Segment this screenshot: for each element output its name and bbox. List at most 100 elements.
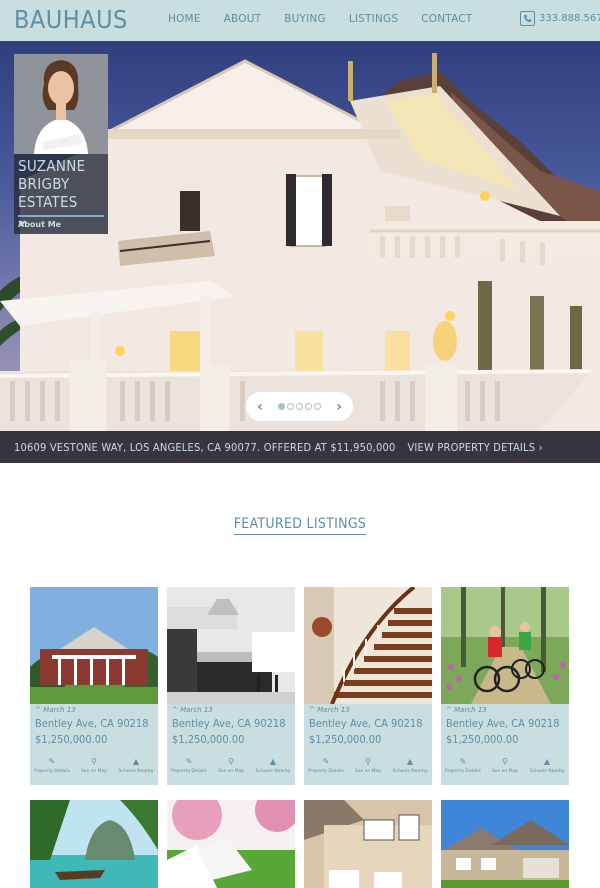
see-on-map-button[interactable]: ⚲ See on Map: [211, 757, 251, 779]
listing-street[interactable]: Bentley Ave, CA 90218: [35, 717, 149, 730]
listing-date: ^ March 13: [172, 706, 213, 714]
listing-street[interactable]: Bentley Ave, CA 90218: [309, 717, 423, 730]
hero-caption-bar: 10609 VESTONE WAY, LOS ANGELES, CA 90077…: [0, 431, 600, 463]
action-label: Property Details: [444, 769, 482, 774]
listing-photo[interactable]: [304, 587, 432, 704]
listing-photo[interactable]: [304, 800, 432, 888]
main-nav: HOME ABOUT BUYING LISTINGS CONTACT: [168, 13, 495, 25]
schools-nearby-button[interactable]: ▲ Schools Nearby: [527, 757, 567, 779]
listing-card[interactable]: ^ March 13 Bentley Ave, CA 90218 $1,250,…: [304, 587, 432, 785]
see-on-map-button[interactable]: ⚲ See on Map: [348, 757, 388, 779]
agent-photo: [14, 54, 108, 154]
property-details-button[interactable]: ✎ Property Details: [32, 757, 72, 779]
slider-dot[interactable]: [278, 403, 285, 410]
listing-card[interactable]: ^ March 13 Bentley Ave, CA 90218 $1,250,…: [441, 587, 569, 785]
listing-date-text: March 13: [180, 706, 213, 714]
featured-listings-title: FEATURED LISTINGS: [233, 516, 367, 535]
pencil-icon: ✎: [322, 757, 330, 766]
hero-banner: SUZANNE BRIGBY ESTATES About Me ‹ › 1060…: [0, 41, 600, 463]
chevron-up-icon: ^: [309, 706, 315, 714]
listing-street[interactable]: Bentley Ave, CA 90218: [446, 717, 560, 730]
action-label: Schools Nearby: [392, 769, 428, 774]
chevron-up-icon: ^: [172, 706, 178, 714]
nav-buying[interactable]: BUYING: [284, 13, 326, 25]
pencil-icon: ✎: [48, 757, 56, 766]
featured-listings-heading: FEATURED LISTINGS: [0, 513, 600, 535]
listing-actions: ✎ Property Details ⚲ See on Map ▲ Schools N…: [441, 757, 569, 779]
site-logo[interactable]: BAUHAUS: [14, 5, 128, 34]
slider-dots: [277, 403, 322, 410]
listing-price: $1,250,000.00: [309, 733, 382, 746]
phone-icon: [520, 11, 535, 26]
slider-dot[interactable]: [314, 403, 321, 410]
nav-home[interactable]: HOME: [168, 13, 201, 25]
graduation-cap-icon: ▲: [543, 757, 551, 766]
map-pin-icon: ⚲: [365, 757, 371, 766]
schools-nearby-button[interactable]: ▲ Schools Nearby: [253, 757, 293, 779]
agent-divider: [18, 215, 104, 217]
about-me-link[interactable]: About Me: [18, 220, 61, 229]
listing-card[interactable]: ^ March 13 Bentley Ave, CA 90218 $1,250,…: [30, 587, 158, 785]
listing-photo[interactable]: [167, 800, 295, 888]
agent-name-line: ESTATES: [18, 193, 78, 211]
agent-name-line: SUZANNE: [18, 157, 86, 175]
action-label: See on Map: [491, 769, 519, 774]
action-label: Schools Nearby: [118, 769, 154, 774]
phone-contact[interactable]: 333.888.5678: [520, 11, 600, 26]
listing-actions: ✎ Property Details ⚲ See on Map ▲ Schools N…: [304, 757, 432, 779]
action-label: See on Map: [80, 769, 108, 774]
listing-photo[interactable]: [441, 800, 569, 888]
nav-about[interactable]: ABOUT: [224, 13, 262, 25]
see-on-map-button[interactable]: ⚲ See on Map: [485, 757, 525, 779]
listing-date: ^ March 13: [446, 706, 487, 714]
listing-date: ^ March 13: [309, 706, 350, 714]
map-pin-icon: ⚲: [91, 757, 97, 766]
listing-price: $1,250,000.00: [172, 733, 245, 746]
see-on-map-button[interactable]: ⚲ See on Map: [74, 757, 114, 779]
schools-nearby-button[interactable]: ▲ Schools Nearby: [390, 757, 430, 779]
action-label: See on Map: [217, 769, 245, 774]
listing-date: ^ March 13: [35, 706, 76, 714]
chevron-up-icon: ^: [35, 706, 41, 714]
action-label: Schools Nearby: [529, 769, 565, 774]
listing-photo[interactable]: [30, 800, 158, 888]
agent-name-line: BRIGBY: [18, 175, 70, 193]
nav-contact[interactable]: CONTACT: [421, 13, 472, 25]
property-details-button[interactable]: ✎ Property Details: [169, 757, 209, 779]
listing-photo[interactable]: [30, 587, 158, 704]
slider-next-button[interactable]: ›: [333, 399, 345, 415]
listing-date-text: March 13: [454, 706, 487, 714]
slider-dot[interactable]: [296, 403, 303, 410]
listing-actions: ✎ Property Details ⚲ See on Map ▲ Schools N…: [30, 757, 158, 779]
slider-prev-button[interactable]: ‹: [254, 399, 266, 415]
listing-price: $1,250,000.00: [35, 733, 108, 746]
chevron-up-icon: ^: [446, 706, 452, 714]
listing-card[interactable]: ^ March 13 Bentley Ave, CA 90218 $1,250,…: [167, 587, 295, 785]
listing-date-text: March 13: [317, 706, 350, 714]
action-label: Property Details: [307, 769, 345, 774]
graduation-cap-icon: ▲: [132, 757, 140, 766]
listing-street[interactable]: Bentley Ave, CA 90218: [172, 717, 286, 730]
view-property-details-link[interactable]: VIEW PROPERTY DETAILS ›: [407, 441, 542, 454]
listing-photo[interactable]: [167, 587, 295, 704]
map-pin-icon: ⚲: [228, 757, 234, 766]
schools-nearby-button[interactable]: ▲ Schools Nearby: [116, 757, 156, 779]
listing-photo[interactable]: [441, 587, 569, 704]
pencil-icon: ✎: [459, 757, 467, 766]
slider-dot[interactable]: [287, 403, 294, 410]
nav-listings[interactable]: LISTINGS: [349, 13, 398, 25]
slider-dot[interactable]: [305, 403, 312, 410]
graduation-cap-icon: ▲: [406, 757, 414, 766]
hero-slider-controls: ‹ ›: [246, 392, 353, 421]
action-label: Property Details: [33, 769, 71, 774]
agent-name: SUZANNE BRIGBY ESTATES: [18, 157, 106, 211]
map-pin-icon: ⚲: [502, 757, 508, 766]
listing-actions: ✎ Property Details ⚲ See on Map ▲ Schools N…: [167, 757, 295, 779]
phone-number: 333.888.5678: [539, 13, 600, 24]
hero-property-address: 10609 VESTONE WAY, LOS ANGELES, CA 90077…: [14, 440, 396, 454]
site-header: BAUHAUS HOME ABOUT BUYING LISTINGS CONTA…: [0, 0, 600, 41]
property-details-button[interactable]: ✎ Property Details: [443, 757, 483, 779]
action-label: Schools Nearby: [255, 769, 291, 774]
listing-date-text: March 13: [43, 706, 76, 714]
property-details-button[interactable]: ✎ Property Details: [306, 757, 346, 779]
